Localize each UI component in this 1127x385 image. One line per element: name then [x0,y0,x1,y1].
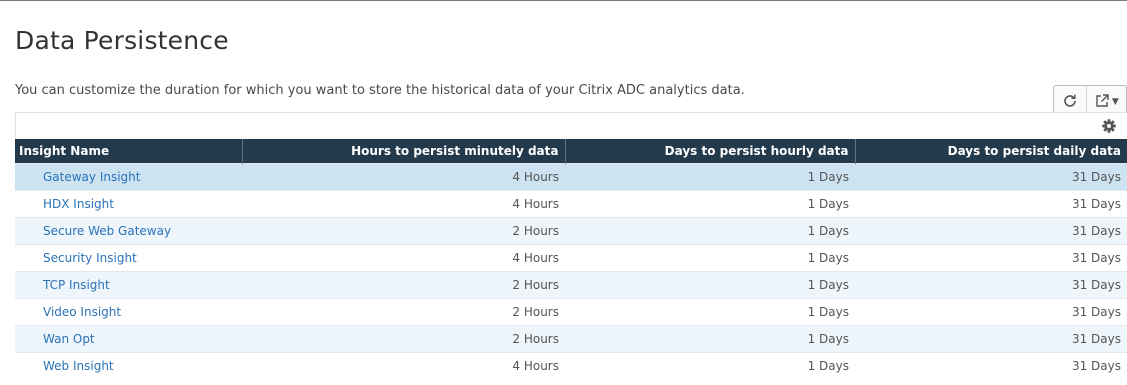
chevron-down-icon: ▼ [1111,97,1119,107]
insight-name-cell: Video Insight [15,298,242,326]
daily-cell: 31 Days [855,352,1127,379]
hourly-cell: 1 Days [565,271,855,299]
hourly-cell: 1 Days [565,244,855,272]
minutely-cell: 4 Hours [242,163,565,191]
table-row[interactable]: Gateway Insight 4 Hours 1 Days 31 Days [15,163,1127,191]
minutely-cell: 2 Hours [242,298,565,326]
insight-name-cell: Wan Opt [15,325,242,353]
minutely-cell: 2 Hours [242,217,565,245]
table-row[interactable]: Security Insight 4 Hours 1 Days 31 Days [15,244,1127,272]
insight-name-cell: Security Insight [15,244,242,272]
insight-name-cell: Web Insight [15,352,242,379]
table-row[interactable]: Web Insight 4 Hours 1 Days 31 Days [15,352,1127,379]
table-row[interactable]: Video Insight 2 Hours 1 Days 31 Days [15,298,1127,326]
data-persistence-grid: Insight Name Hours to persist minutely d… [15,112,1127,379]
insight-name-link[interactable]: Gateway Insight [43,170,140,184]
table-row[interactable]: HDX Insight 4 Hours 1 Days 31 Days [15,190,1127,218]
daily-cell: 31 Days [855,298,1127,326]
minutely-cell: 2 Hours [242,271,565,299]
column-header-minutely[interactable]: Hours to persist minutely data [241,139,565,164]
table-row[interactable]: TCP Insight 2 Hours 1 Days 31 Days [15,271,1127,299]
insight-name-link[interactable]: TCP Insight [43,278,110,292]
hourly-cell: 1 Days [565,298,855,326]
daily-cell: 31 Days [855,163,1127,191]
minutely-cell: 4 Hours [242,352,565,379]
top-divider [0,0,1127,1]
insight-name-link[interactable]: Video Insight [43,305,121,319]
minutely-cell: 4 Hours [242,244,565,272]
daily-cell: 31 Days [855,190,1127,218]
column-header-hourly[interactable]: Days to persist hourly data [564,139,855,164]
export-icon [1096,94,1109,107]
insight-name-cell: TCP Insight [15,271,242,299]
insight-name-link[interactable]: Wan Opt [43,332,95,346]
table-row[interactable]: Wan Opt 2 Hours 1 Days 31 Days [15,325,1127,353]
insight-name-link[interactable]: Security Insight [43,251,137,265]
table-header-row: Insight Name Hours to persist minutely d… [15,139,1127,164]
insight-name-link[interactable]: HDX Insight [43,197,114,211]
insights-table: Insight Name Hours to persist minutely d… [15,139,1127,379]
page-description: You can customize the duration for which… [15,83,745,98]
insight-name-link[interactable]: Web Insight [43,359,114,373]
minutely-cell: 2 Hours [242,325,565,353]
insight-name-cell: Gateway Insight [15,163,242,191]
daily-cell: 31 Days [855,217,1127,245]
hourly-cell: 1 Days [565,163,855,191]
hourly-cell: 1 Days [565,325,855,353]
table-row[interactable]: Secure Web Gateway 2 Hours 1 Days 31 Day… [15,217,1127,245]
page-title: Data Persistence [15,26,229,55]
daily-cell: 31 Days [855,325,1127,353]
hourly-cell: 1 Days [565,217,855,245]
insight-name-cell: Secure Web Gateway [15,217,242,245]
gear-icon[interactable] [1101,118,1117,134]
hourly-cell: 1 Days [565,190,855,218]
minutely-cell: 4 Hours [242,190,565,218]
column-header-insight-name[interactable]: Insight Name [15,139,242,164]
daily-cell: 31 Days [855,244,1127,272]
grid-settings-bar [15,112,1127,139]
insight-name-cell: HDX Insight [15,190,242,218]
hourly-cell: 1 Days [565,352,855,379]
daily-cell: 31 Days [855,271,1127,299]
column-header-daily[interactable]: Days to persist daily data [854,139,1127,164]
refresh-icon [1064,94,1076,107]
insight-name-link[interactable]: Secure Web Gateway [43,224,171,238]
